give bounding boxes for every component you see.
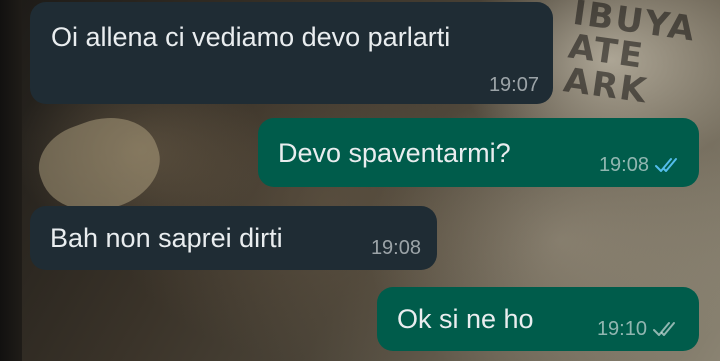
message-meta: 19:08 bbox=[599, 154, 681, 176]
message-time: 19:08 bbox=[370, 237, 421, 259]
message-meta: 19:08 bbox=[371, 237, 421, 259]
message-text: Devo spaventarmi? bbox=[278, 138, 511, 168]
message-bubble-incoming[interactable]: Bah non saprei dirti 19:08 bbox=[30, 206, 437, 270]
wallpaper-shirt-print: IBUYA ATE ARK bbox=[561, 0, 699, 114]
message-text: Ok si ne ho bbox=[397, 304, 534, 334]
message-bubble-outgoing[interactable]: Devo spaventarmi? 19:08 bbox=[258, 118, 699, 187]
message-time: 19:08 bbox=[598, 154, 649, 176]
message-text: Bah non saprei dirti bbox=[50, 223, 283, 253]
message-meta: 19:10 bbox=[597, 318, 679, 340]
message-time: 19:10 bbox=[596, 318, 647, 340]
wallpaper-shadow bbox=[0, 0, 22, 361]
double-check-read-icon bbox=[655, 157, 681, 173]
message-time: 19:07 bbox=[488, 74, 539, 96]
message-meta: 19:07 bbox=[489, 74, 539, 96]
double-check-delivered-icon bbox=[653, 321, 679, 337]
message-text: Oi allena ci vediamo devo parlarti bbox=[51, 22, 451, 52]
message-bubble-incoming[interactable]: Oi allena ci vediamo devo parlarti 19:07 bbox=[30, 2, 553, 104]
message-bubble-outgoing[interactable]: Ok si ne ho 19:10 bbox=[377, 287, 699, 351]
